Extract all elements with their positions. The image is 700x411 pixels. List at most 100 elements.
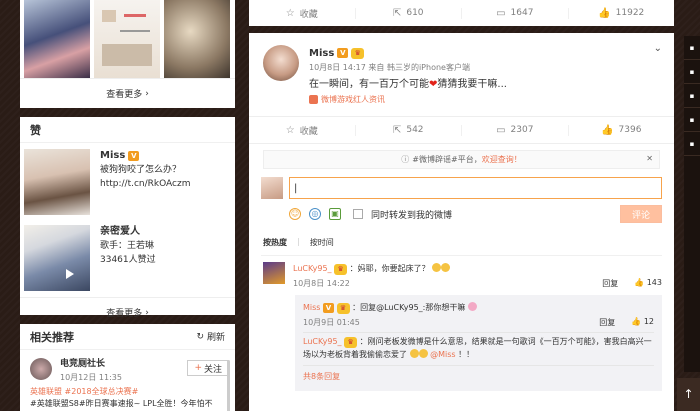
- comment-icon: ▭: [496, 124, 506, 136]
- emoji-icon: [432, 263, 442, 272]
- reply-button[interactable]: 回复: [599, 317, 615, 328]
- avatar[interactable]: [263, 262, 285, 284]
- recommend-name[interactable]: 电竞厕社长: [60, 358, 187, 371]
- total-replies-link[interactable]: 共8条回复: [303, 366, 654, 387]
- view-more-label: 查看更多: [106, 90, 143, 100]
- verified-icon: V: [323, 303, 335, 313]
- forward-checkbox[interactable]: [353, 209, 363, 219]
- reply-item: LuCKy95_ ♛ ：刚问老板发微博是什么意思，结果就是一句歌词《一百万个可能…: [303, 333, 654, 366]
- side-toolbar-item[interactable]: ▪: [684, 132, 700, 156]
- reply-like-button[interactable]: 👍 12: [631, 317, 654, 328]
- recommend-panel: 相关推荐 ↻ 刷新 电竞厕社长 10月12日 11:35 + 关注 英雄联盟 #…: [20, 324, 235, 411]
- recommend-text-line[interactable]: 英雄联盟 #2018全球总决赛#: [30, 386, 225, 398]
- recommend-title: 相关推荐: [30, 330, 74, 344]
- reply-button[interactable]: 回复: [602, 278, 618, 289]
- post-source-link[interactable]: 微博游戏红人资讯: [321, 94, 385, 105]
- reply-text: ：回复@LuCKy95_:那你想干嘛: [352, 303, 466, 312]
- like-count: 33461人赞过: [100, 255, 156, 265]
- replier-name[interactable]: Miss: [303, 303, 320, 312]
- comment-date: 10月8日 14:22: [293, 278, 350, 288]
- refresh-label: 刷新: [206, 333, 225, 343]
- like-thumbnail[interactable]: [24, 149, 90, 215]
- arrow-up-icon: ↑: [683, 387, 694, 401]
- plus-icon: +: [194, 363, 202, 373]
- comment-count: 2307: [510, 125, 534, 135]
- chevron-down-icon[interactable]: ⌄: [654, 43, 662, 54]
- commenter-name[interactable]: LuCKy95_: [293, 264, 332, 273]
- side-toolbar-item[interactable]: ▪: [684, 108, 700, 132]
- post-text-part: 在一瞬间，有一百万个可能: [309, 79, 429, 90]
- collect-button[interactable]: ☆ 收藏: [249, 124, 355, 137]
- post-actions: ☆ 收藏 ⇱ 542 ▭ 2307 👍 7396: [249, 117, 674, 143]
- thumb-up-icon: 👍: [598, 7, 611, 19]
- like-link[interactable]: http://t.cn/RkOAczm: [100, 177, 190, 191]
- mention-link[interactable]: @Miss: [430, 350, 455, 359]
- emoji-icon: [418, 349, 428, 358]
- reply-date: 10月9日 01:45: [303, 317, 360, 327]
- follow-label: 关注: [203, 364, 222, 375]
- image-icon[interactable]: ▣: [329, 208, 341, 220]
- emoji-icon: [467, 302, 477, 311]
- like-item[interactable]: Miss V 被狗狗咬了怎么办？ http://t.cn/RkOAczm: [20, 143, 235, 219]
- scrollbar[interactable]: [227, 360, 230, 411]
- notice-link[interactable]: 欢迎查询！: [482, 154, 522, 165]
- like-count: 7396: [618, 125, 642, 135]
- view-more-link[interactable]: 查看更多 ›: [20, 78, 235, 108]
- thumb-up-icon: 👍: [634, 277, 645, 287]
- sort-time-tab[interactable]: 按时间: [310, 237, 334, 251]
- comment-like-button[interactable]: 👍 143: [634, 278, 662, 289]
- rumor-notice: ⓘ #微博辟谣#平台， 欢迎查询！ ✕: [263, 150, 660, 169]
- game-icon: [309, 95, 318, 104]
- view-more-link[interactable]: 查看更多 ›: [20, 297, 235, 327]
- follow-button[interactable]: + 关注: [187, 360, 229, 376]
- like-button[interactable]: 👍 7396: [567, 124, 675, 136]
- avatar[interactable]: [30, 358, 52, 380]
- sticker-icon[interactable]: ◎: [309, 208, 321, 220]
- share-count: 542: [406, 125, 424, 135]
- thumb-up-icon: 👍: [601, 124, 614, 136]
- share-button[interactable]: ⇱ 610: [354, 7, 462, 19]
- post-author[interactable]: Miss: [309, 48, 334, 59]
- member-badge-icon: ♛: [334, 264, 348, 275]
- replier-name[interactable]: LuCKy95_: [303, 337, 342, 346]
- likes-panel: 赞 Miss V 被狗狗咬了怎么办？ http://t.cn/RkOAczm 亲…: [20, 117, 235, 319]
- member-badge-icon: ♛: [336, 303, 350, 314]
- like-name[interactable]: 亲密爱人: [100, 225, 140, 239]
- left-photo-panel: 查看更多 ›: [20, 0, 235, 108]
- share-button[interactable]: ⇱ 542: [354, 124, 462, 136]
- emoji-icon: [409, 349, 419, 358]
- comment-count: 1647: [510, 8, 534, 18]
- close-icon[interactable]: ✕: [646, 154, 653, 163]
- back-to-top-button[interactable]: ↑: [677, 378, 700, 411]
- refresh-button[interactable]: ↻ 刷新: [196, 330, 225, 344]
- like-thumbnail[interactable]: [24, 225, 90, 291]
- side-toolbar-item[interactable]: ▪: [684, 84, 700, 108]
- side-toolbar-item[interactable]: ▪: [684, 60, 700, 84]
- like-item[interactable]: 亲密爱人 歌手：王若琳 33461人赞过: [20, 219, 235, 295]
- side-toolbar-item[interactable]: ▪: [684, 36, 700, 60]
- like-count: 11922: [615, 8, 645, 18]
- sort-hot-tab[interactable]: 按热度: [263, 237, 287, 251]
- emoji-icon[interactable]: ☺: [289, 208, 301, 220]
- comment-input[interactable]: |: [289, 177, 662, 199]
- like-button[interactable]: 👍 11922: [567, 7, 675, 19]
- submit-comment-button[interactable]: 评论: [620, 205, 662, 223]
- comment-button[interactable]: ▭ 1647: [461, 7, 568, 19]
- collect-button[interactable]: ☆ 收藏: [249, 7, 355, 20]
- photo-thumb[interactable]: [164, 0, 230, 78]
- forward-label: 同时转发到我的微博: [371, 210, 453, 221]
- photo-thumb[interactable]: [24, 0, 90, 78]
- like-name[interactable]: Miss: [100, 149, 125, 163]
- post-source: 微博游戏红人资讯: [309, 94, 507, 105]
- side-toolbar: ▪ ▪ ▪ ▪ ▪: [684, 36, 700, 372]
- emoji-icon: [441, 263, 451, 272]
- star-icon: ☆: [285, 7, 295, 19]
- photo-thumb[interactable]: [94, 0, 160, 78]
- comment-button[interactable]: ▭ 2307: [461, 124, 568, 136]
- share-icon: ⇱: [392, 124, 402, 136]
- like-text: 被狗狗咬了怎么办？: [100, 165, 182, 175]
- avatar[interactable]: [263, 45, 299, 81]
- like-text: 歌手：王若琳: [100, 241, 155, 251]
- reply-item: Miss V ♛ ：回复@LuCKy95_:那你想干嘛 10月9日 01:45 …: [303, 299, 654, 333]
- reply-text-tail: ！！: [458, 350, 475, 359]
